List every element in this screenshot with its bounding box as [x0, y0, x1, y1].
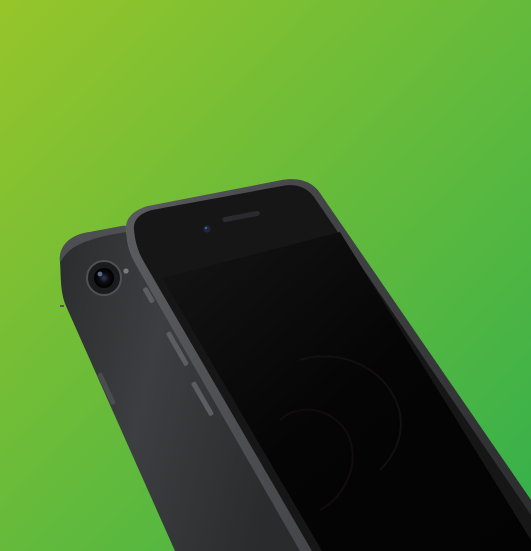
rear-flash — [123, 268, 129, 274]
product-photo — [0, 0, 531, 551]
back-phone-antenna-band — [60, 305, 64, 307]
front-camera-glint — [204, 226, 208, 230]
front-camera — [203, 225, 211, 233]
phone-illustration — [0, 0, 531, 551]
rear-camera-glint — [97, 271, 103, 277]
rear-camera-lens — [94, 268, 114, 288]
